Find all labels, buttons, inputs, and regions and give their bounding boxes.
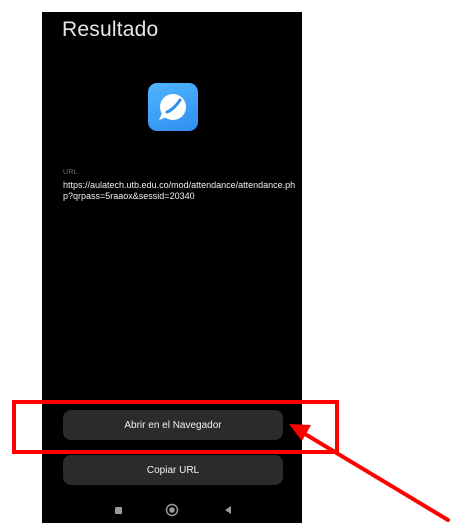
- phone-screen: Resultado URL https://aulatech.utb.edu.c…: [42, 12, 302, 523]
- home-circle-icon[interactable]: [162, 500, 182, 520]
- copy-url-button[interactable]: Copiar URL: [63, 455, 283, 485]
- open-in-browser-button[interactable]: Abrir en el Navegador: [63, 410, 283, 440]
- page-title: Resultado: [62, 18, 159, 41]
- chat-bubble-icon: [148, 83, 198, 131]
- url-label: URL: [63, 169, 78, 176]
- recents-square-icon[interactable]: [108, 500, 128, 520]
- screenshot-stage: Resultado URL https://aulatech.utb.edu.c…: [0, 0, 453, 523]
- system-nav-bar: [42, 496, 302, 523]
- url-value: https://aulatech.utb.edu.co/mod/attendan…: [63, 180, 296, 201]
- back-triangle-icon[interactable]: [218, 500, 238, 520]
- copy-url-label: Copiar URL: [146, 464, 200, 476]
- open-in-browser-label: Abrir en el Navegador: [124, 419, 222, 431]
